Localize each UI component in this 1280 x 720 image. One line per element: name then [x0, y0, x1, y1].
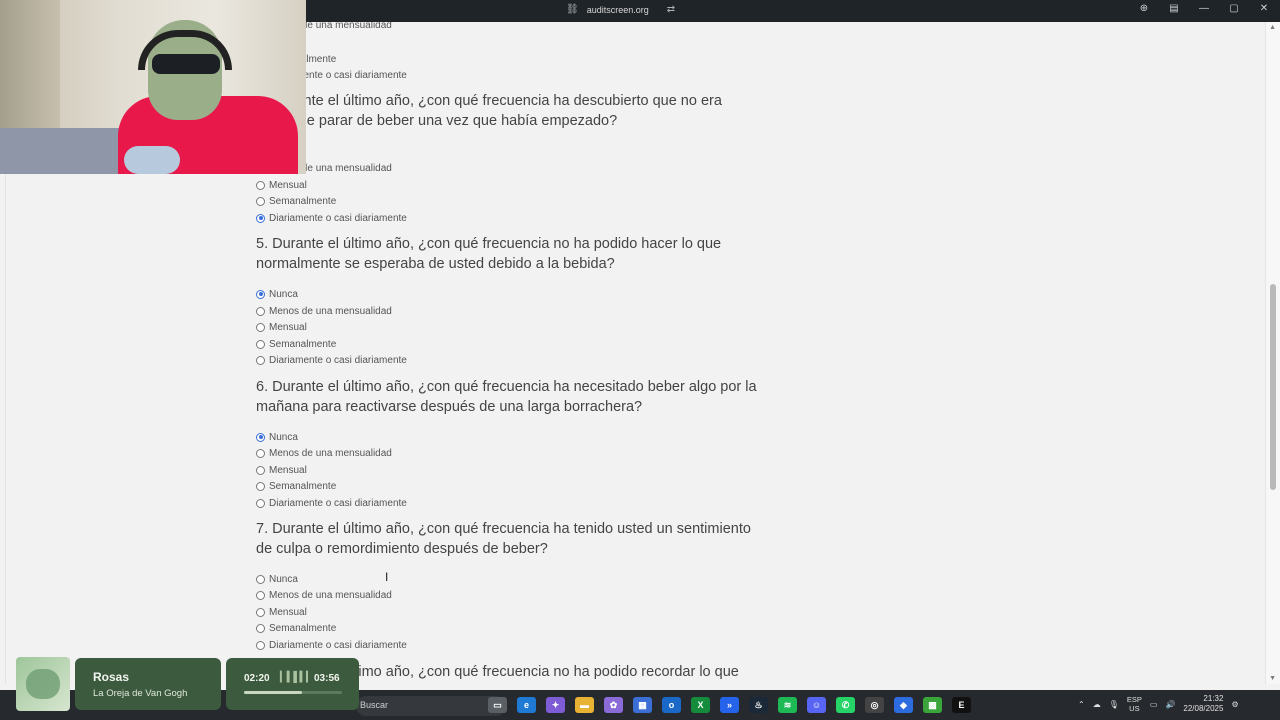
network-icon[interactable]: ▭	[1150, 700, 1158, 709]
file-explorer-icon[interactable]: ▬	[575, 697, 594, 713]
q4-option-3[interactable]: Semanalmente	[256, 194, 336, 208]
question-5: 5. Durante el último año, ¿con qué frecu…	[256, 236, 722, 272]
tray-app-icon[interactable]: ☁	[1093, 700, 1101, 709]
chevron-up-icon[interactable]: ⌃	[1078, 700, 1085, 709]
q6-option-1[interactable]: Menos de una mensualidad	[256, 446, 392, 460]
task-view-icon[interactable]: ▭	[488, 697, 507, 713]
radio-button-selected[interactable]	[256, 432, 265, 442]
equalizer-icon: ▎▍▌▍▎	[280, 672, 314, 683]
scrollbar-thumb[interactable]	[1270, 284, 1276, 490]
radio-button[interactable]	[256, 196, 265, 206]
song-artist: La Oreja de Van Gogh	[93, 688, 188, 699]
clock[interactable]: 21:32 22/08/2025	[1183, 694, 1223, 714]
q5-option-4[interactable]: Diariamente o casi diariamente	[256, 353, 407, 367]
spotify-icon[interactable]: ≋	[778, 697, 797, 713]
link-icon: ⛓	[566, 4, 579, 15]
question-7: 7. Durante el último año, ¿con qué frecu…	[256, 521, 751, 557]
music-progress-card[interactable]: 02:20 ▎▍▌▍▎ 03:56	[226, 658, 359, 710]
app-icon[interactable]: ✿	[604, 697, 623, 713]
album-art[interactable]	[16, 657, 70, 711]
progress-fill	[244, 691, 302, 694]
q6-option-2[interactable]: Mensual	[256, 463, 307, 477]
scroll-down-icon[interactable]: ▼	[1269, 675, 1276, 682]
copilot-icon[interactable]: ✦	[546, 697, 565, 713]
search-box[interactable]: Buscar	[356, 696, 506, 716]
radio-button[interactable]	[256, 498, 265, 508]
radio-button[interactable]	[256, 607, 265, 617]
sidebar-icon[interactable]: ▤	[1168, 3, 1180, 14]
radio-button[interactable]	[256, 590, 265, 600]
system-tray: ⌃ ☁ 🎙 ESP US ▭ 🔊 21:32 22/08/2025 ⚙	[1078, 694, 1239, 714]
remote-icon[interactable]: »	[720, 697, 739, 713]
radio-button[interactable]	[256, 623, 265, 633]
total-time: 03:56	[314, 673, 340, 684]
text-cursor-icon: I	[385, 570, 389, 584]
tune-icon[interactable]: ⇄	[667, 4, 675, 15]
discord-icon[interactable]: ☺	[807, 697, 826, 713]
radio-button[interactable]	[256, 322, 265, 332]
music-info-card[interactable]: Rosas La Oreja de Van Gogh	[75, 658, 221, 710]
microphone-icon[interactable]: 🎙	[1109, 700, 1119, 709]
radio-button-selected[interactable]	[256, 289, 265, 299]
language-indicator[interactable]: ESP US	[1127, 695, 1142, 713]
q6-option-4[interactable]: Diariamente o casi diariamente	[256, 496, 407, 510]
q5-option-1[interactable]: Menos de una mensualidad	[256, 304, 392, 318]
q4-option-4[interactable]: Diariamente o casi diariamente	[256, 211, 407, 225]
minimize-button[interactable]: —	[1198, 3, 1210, 14]
outlook-icon[interactable]: o	[662, 697, 681, 713]
radio-button[interactable]	[256, 448, 265, 458]
question-6: 6. Durante el último año, ¿con qué frecu…	[256, 379, 757, 415]
whatsapp-icon[interactable]: ✆	[836, 697, 855, 713]
elapsed-time: 02:20	[244, 673, 270, 684]
chrome-icon[interactable]: ◎	[865, 697, 884, 713]
maximize-button[interactable]: ▢	[1228, 3, 1240, 14]
radio-button[interactable]	[256, 465, 265, 475]
radio-button[interactable]	[256, 339, 265, 349]
radio-button[interactable]	[256, 640, 265, 650]
q7-option-4[interactable]: Diariamente o casi diariamente	[256, 638, 407, 652]
address-bar[interactable]: ⛓ auditscreen.org ⇄	[566, 4, 675, 15]
q7-option-1[interactable]: Menos de una mensualidad	[256, 588, 392, 602]
radio-button[interactable]	[256, 574, 265, 584]
scrollbar[interactable]: ▲ ▼	[1265, 22, 1280, 684]
edge-icon[interactable]: e	[517, 697, 536, 713]
volume-icon[interactable]: 🔊	[1165, 700, 1175, 709]
radio-button[interactable]	[256, 355, 265, 365]
song-title: Rosas	[93, 670, 130, 684]
radio-button[interactable]	[256, 481, 265, 491]
minecraft-icon[interactable]: ▩	[923, 697, 942, 713]
question-4: 4. Durante el último año, ¿con qué frecu…	[256, 93, 722, 129]
q6-option-0[interactable]: Nunca	[256, 430, 298, 444]
q7-option-2[interactable]: Mensual	[256, 605, 307, 619]
q5-option-2[interactable]: Mensual	[256, 320, 307, 334]
epic-games-icon[interactable]: E	[952, 697, 971, 713]
radio-button-selected[interactable]	[256, 213, 265, 223]
radio-button[interactable]	[256, 180, 265, 190]
progress-bar[interactable]	[244, 691, 342, 694]
scroll-up-icon[interactable]: ▲	[1269, 24, 1276, 31]
app-diamond-icon[interactable]: ◆	[894, 697, 913, 713]
url-text: auditscreen.org	[586, 4, 649, 15]
q7-option-0[interactable]: Nunca	[256, 572, 298, 586]
q5-option-0[interactable]: Nunca	[256, 287, 298, 301]
close-button[interactable]: ✕	[1258, 3, 1270, 14]
radio-button[interactable]	[256, 306, 265, 316]
q7-option-3[interactable]: Semanalmente	[256, 621, 336, 635]
taskbar-apps: ▭ e ✦ ▬ ✿ ▦ o X » ♨ ≋ ☺ ✆ ◎ ◆ ▩ E	[488, 697, 971, 713]
webcam-overlay	[0, 0, 306, 174]
notification-icon[interactable]: ⚙	[1231, 700, 1238, 709]
steam-icon[interactable]: ♨	[749, 697, 768, 713]
q6-option-3[interactable]: Semanalmente	[256, 479, 336, 493]
xbox-icon[interactable]: X	[691, 697, 710, 713]
q5-option-3[interactable]: Semanalmente	[256, 337, 336, 351]
translate-icon[interactable]: ⊕	[1138, 3, 1150, 14]
store-icon[interactable]: ▦	[633, 697, 652, 713]
q4-option-2[interactable]: Mensual	[256, 178, 307, 192]
